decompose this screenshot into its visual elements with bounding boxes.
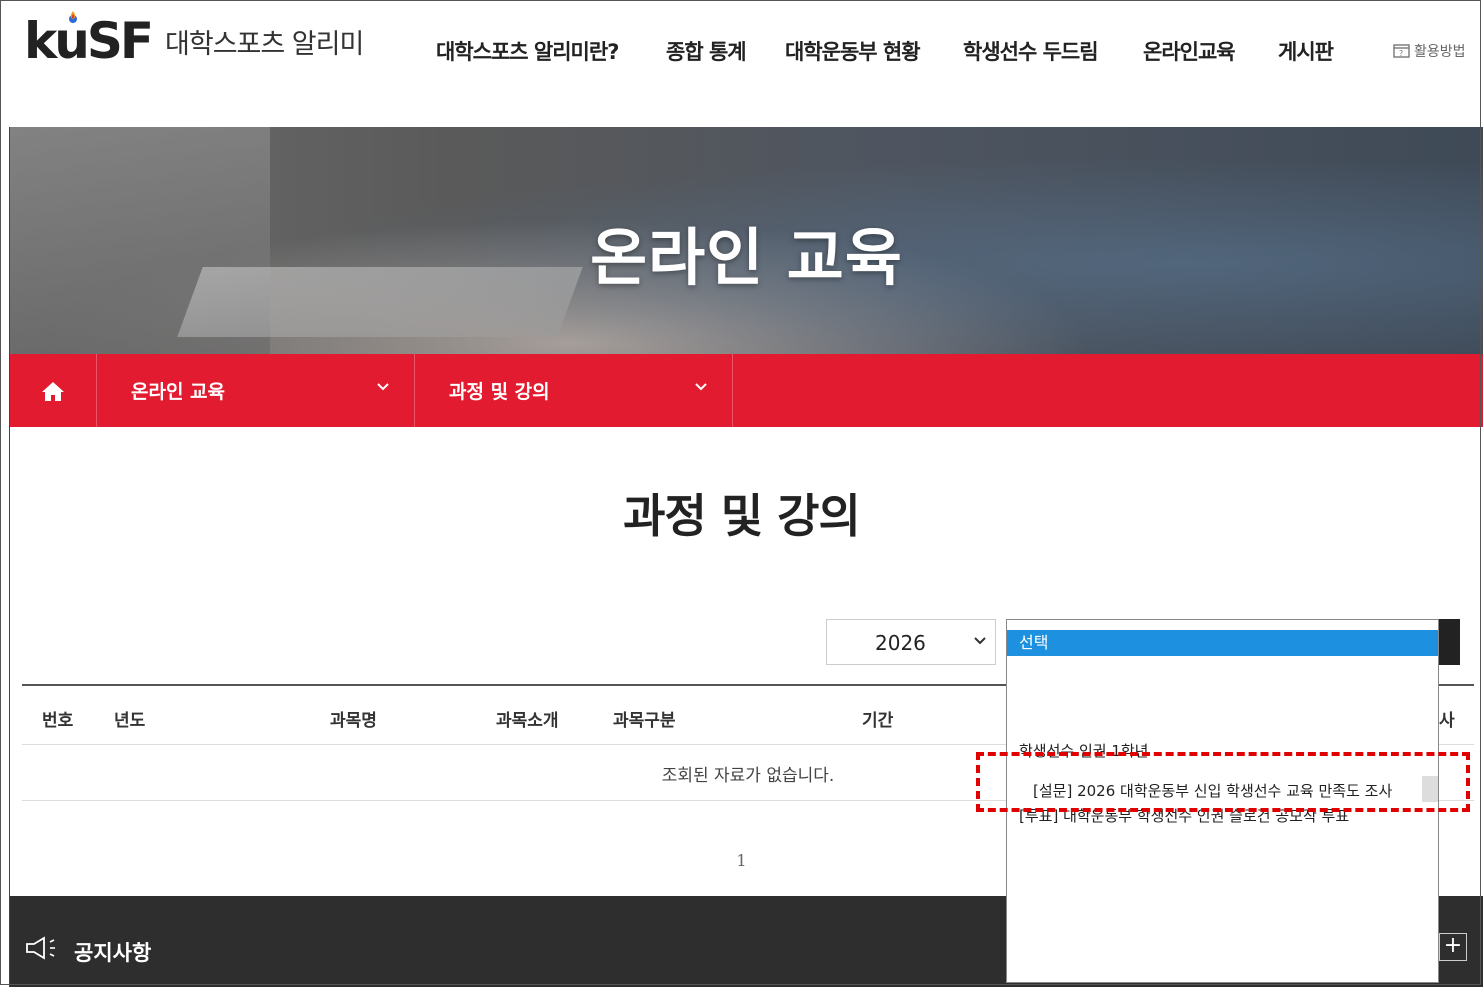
home-button[interactable]: [10, 354, 97, 427]
year-select[interactable]: 2026: [826, 619, 996, 665]
help-label: 활용방법: [1414, 44, 1466, 60]
chevron-down-icon: [377, 383, 389, 391]
year-select-value: 2026: [875, 631, 926, 655]
logo-text: 대학스포츠 알리미: [165, 28, 364, 60]
course-select-dropdown[interactable]: 선택 학생선수 인권 1학년 [설문] 2026 대학운동부 신입 학생선수 교…: [1006, 619, 1439, 983]
help-link[interactable]: ? 활용방법: [1393, 41, 1466, 61]
column-header-partial: 사: [1439, 711, 1455, 731]
dropdown-option[interactable]: [투표] 대학운동부 학생선수 인권 슬로건 공모작 투표: [1019, 805, 1349, 826]
dropdown-option[interactable]: 학생선수 인권 1학년: [1019, 740, 1148, 761]
nav-item-board[interactable]: 게시판: [1278, 36, 1334, 66]
column-header-year: 년도: [114, 711, 146, 731]
location-depth2-dropdown[interactable]: 과정 및 강의: [415, 354, 733, 427]
dropdown-option-selected[interactable]: 선택: [1007, 630, 1438, 656]
guide-icon: ?: [1393, 44, 1410, 58]
location-depth2-label: 과정 및 강의: [449, 381, 550, 403]
megaphone-icon: [26, 936, 55, 960]
home-icon: [42, 381, 64, 401]
nav-item-statistics[interactable]: 종합 통계: [666, 36, 747, 66]
nav-item-about[interactable]: 대학스포츠 알리미란?: [436, 36, 619, 66]
location-depth1-dropdown[interactable]: 온라인 교육: [97, 354, 415, 427]
page-number-current[interactable]: 1: [736, 851, 746, 870]
dropdown-top-gap: [1007, 620, 1438, 630]
column-header-course-intro: 과목소개: [496, 711, 559, 731]
column-header-number: 번호: [42, 711, 74, 731]
site-logo[interactable]: kuSF 대학스포츠 알리미: [24, 11, 364, 70]
notice-more-button[interactable]: +: [1439, 933, 1467, 961]
notice-title: 공지사항: [74, 941, 152, 965]
dropdown-option-label: [설문] 2026 대학운동부 신입 학생선수 교육 만족도 조사: [1033, 782, 1393, 800]
dropdown-option-hovered[interactable]: [설문] 2026 대학운동부 신입 학생선수 교육 만족도 조사: [1007, 776, 1438, 802]
svg-text:?: ?: [1399, 49, 1403, 58]
nav-item-dodream[interactable]: 학생선수 두드림: [963, 36, 1099, 66]
chevron-down-icon: [695, 383, 707, 391]
dropdown-scroll-track: [1422, 776, 1438, 802]
hero-title: 온라인 교육: [590, 221, 903, 294]
search-button[interactable]: [1436, 619, 1460, 665]
nav-item-online-education[interactable]: 온라인교육: [1143, 36, 1236, 66]
site-header: kuSF 대학스포츠 알리미 대학스포츠 알리미란? 종합 통계 대학운동부 현…: [0, 0, 1483, 127]
page-title: 과정 및 강의: [623, 489, 861, 543]
column-header-course-name: 과목명: [330, 711, 377, 731]
column-header-period: 기간: [862, 711, 894, 731]
hero-banner: 온라인 교육: [10, 127, 1483, 354]
flame-icon: [69, 11, 77, 23]
column-header-course-type: 과목구분: [613, 711, 676, 731]
nav-item-teams[interactable]: 대학운동부 현황: [785, 36, 921, 66]
logo-mark: kuSF: [24, 12, 154, 70]
location-depth1-label: 온라인 교육: [131, 381, 226, 403]
chevron-down-icon: [974, 637, 986, 645]
location-bar: 온라인 교육 과정 및 강의: [10, 354, 1483, 427]
